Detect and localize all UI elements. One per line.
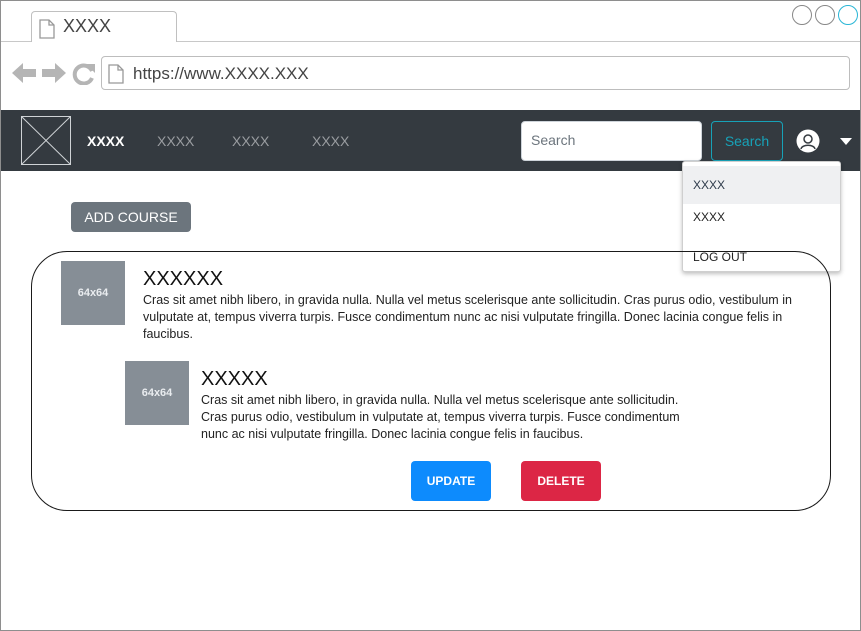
search-button[interactable]: Search: [711, 121, 783, 161]
window-control-circle[interactable]: [838, 5, 858, 25]
nested-description: Cras sit amet nibh libero, in gravida nu…: [201, 393, 680, 441]
page-icon: [39, 19, 55, 44]
add-course-button[interactable]: ADD COURSE: [71, 202, 191, 232]
nav-link-2[interactable]: XXXX: [157, 133, 194, 149]
nested-thumbnail: 64x64: [125, 361, 189, 425]
browser-tab[interactable]: XXXX: [31, 11, 177, 42]
browser-window: XXXX https://www.XXXX.XXX XXXX XXXX XXXX…: [0, 0, 861, 631]
caret-down-icon[interactable]: [840, 138, 852, 145]
nav-link-4[interactable]: XXXX: [312, 133, 349, 149]
window-controls: [792, 5, 858, 25]
dropdown-item-1[interactable]: XXXX: [683, 166, 840, 204]
url-text: https://www.XXXX.XXX: [133, 64, 309, 83]
course-title: XXXXXX: [143, 268, 224, 290]
tab-title: XXXX: [63, 16, 112, 36]
reload-icon[interactable]: [72, 63, 96, 90]
course-description: Cras sit amet nibh libero, in gravida nu…: [143, 293, 792, 341]
url-field[interactable]: https://www.XXXX.XXX: [101, 56, 850, 90]
back-arrow-icon[interactable]: [12, 63, 36, 88]
window-control-circle[interactable]: [792, 5, 812, 25]
search-input[interactable]: Search: [521, 121, 702, 161]
address-bar: https://www.XXXX.XXX: [1, 42, 860, 110]
nav-link-1[interactable]: XXXX: [87, 133, 124, 149]
nested-title: XXXXX: [201, 368, 268, 390]
update-button[interactable]: UPDATE: [411, 461, 491, 501]
forward-arrow-icon[interactable]: [42, 63, 66, 88]
window-control-circle[interactable]: [815, 5, 835, 25]
course-thumbnail: 64x64: [61, 261, 125, 325]
page-icon: [108, 64, 124, 89]
logo-placeholder-icon[interactable]: [21, 116, 71, 165]
delete-button[interactable]: DELETE: [521, 461, 601, 501]
user-icon[interactable]: [796, 129, 820, 158]
tab-bar: XXXX: [1, 1, 860, 42]
nav-link-3[interactable]: XXXX: [232, 133, 269, 149]
dropdown-item-2[interactable]: XXXX: [683, 210, 840, 224]
